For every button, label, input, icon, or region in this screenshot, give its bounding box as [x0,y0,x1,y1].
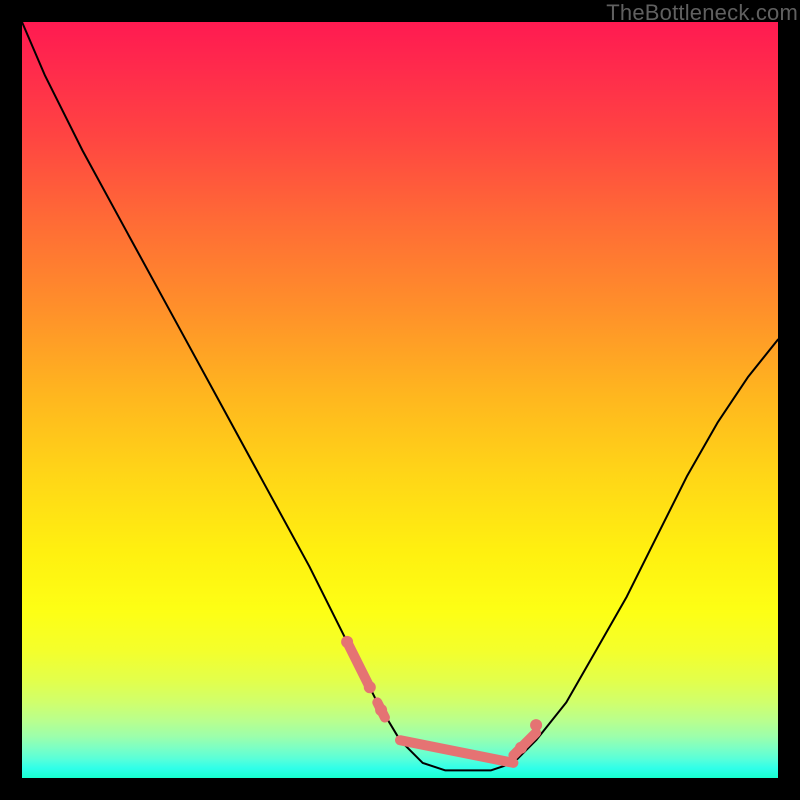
watermark-text: TheBottleneck.com [606,0,798,26]
highlight-point [515,742,527,754]
highlight-segment [400,740,513,763]
highlight-point [364,681,376,693]
chart-overlay-svg [22,22,778,778]
highlight-segment [347,642,370,687]
bottleneck-curve [22,22,778,770]
highlight-point [375,704,387,716]
highlight-point [530,719,542,731]
highlight-group [341,636,542,763]
highlight-point [341,636,353,648]
chart-frame: TheBottleneck.com [0,0,800,800]
